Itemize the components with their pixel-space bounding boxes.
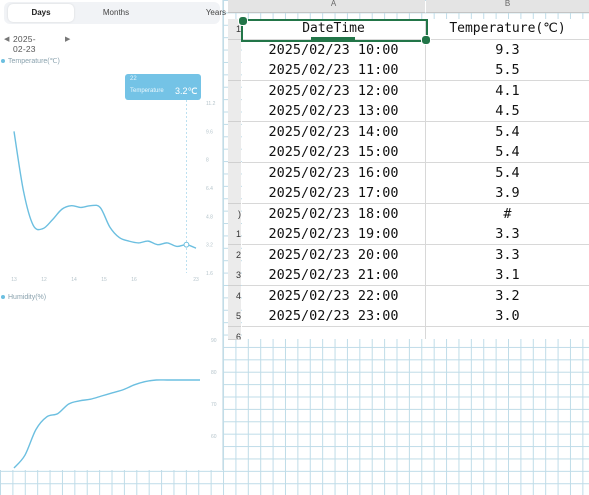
- y-tick-label: 3.2: [206, 243, 213, 249]
- datetime-cell[interactable]: 2025/02/23 14:00: [242, 121, 426, 143]
- spreadsheet: A B 1 DateTime Temperature(℃) 2025/02/23 10…: [228, 0, 589, 340]
- row-header[interactable]: 2: [228, 244, 241, 266]
- datetime-cell[interactable]: 2025/02/23 12:00: [242, 80, 426, 102]
- period-segmented-control: Days Months Years: [4, 2, 226, 24]
- datetime-cell[interactable]: 2025/02/23 19:00: [242, 224, 426, 245]
- datetime-cell[interactable]: 2025/02/23 20:00: [242, 244, 426, 266]
- temperature-cell[interactable]: 9.3: [426, 39, 589, 61]
- empty-cell[interactable]: [242, 326, 426, 339]
- weather-history-panel: Days Months Years ◀ 2025-02-23 ▶ Tempera…: [0, 0, 226, 470]
- tab-years[interactable]: Years: [156, 4, 226, 22]
- cell-selection: [238, 16, 431, 45]
- header-cell-temperature[interactable]: Temperature(℃): [426, 19, 589, 40]
- humidity-line: [13, 379, 200, 469]
- datetime-cell[interactable]: 2025/02/23 22:00: [242, 285, 426, 307]
- y-tick-label: 70: [211, 402, 217, 408]
- temperature-cell[interactable]: 3.3: [426, 244, 589, 266]
- row-header[interactable]: 4: [228, 285, 241, 307]
- temperature-cell[interactable]: 4.5: [426, 101, 589, 122]
- sheet-corner: [228, 0, 242, 13]
- x-tick-label: 13: [11, 277, 17, 283]
- y-tick-label: 60: [211, 434, 217, 440]
- chevron-left-icon[interactable]: ◀: [4, 35, 9, 43]
- row-header[interactable]: [228, 80, 241, 102]
- row-header[interactable]: 5: [228, 306, 241, 327]
- row-header[interactable]: [228, 162, 241, 184]
- temperature-chart[interactable]: 1.6 3.2 4.8 6.4 8 9.6 11.2 13 12 14 15 16 23: [0, 68, 222, 288]
- x-tick-label: 16: [131, 277, 137, 283]
- x-tick-label: 23: [193, 277, 199, 283]
- row-header[interactable]: 1: [228, 224, 241, 245]
- column-header-a[interactable]: A: [242, 0, 425, 13]
- row-header[interactable]: 6: [228, 326, 241, 340]
- y-tick-label: 90: [211, 338, 217, 344]
- temperature-cell[interactable]: 4.1: [426, 80, 589, 102]
- temperature-title-text: Temperature(℃): [8, 58, 60, 65]
- datetime-cell[interactable]: 2025/02/23 11:00: [242, 60, 426, 81]
- y-tick-label: 8: [206, 158, 209, 164]
- temperature-chart-title: Temperature(℃): [1, 57, 60, 65]
- date-label: 2025-02-23: [13, 34, 36, 54]
- temperature-cell[interactable]: 5.4: [426, 162, 589, 184]
- x-tick-label: 12: [41, 277, 47, 283]
- tooltip-time: 22: [130, 76, 137, 82]
- temperature-cell[interactable]: 3.3: [426, 224, 589, 245]
- datetime-cell[interactable]: 2025/02/23 15:00: [242, 142, 426, 163]
- y-tick-label: 80: [211, 370, 217, 376]
- datetime-cell[interactable]: 2025/02/23 16:00: [242, 162, 426, 184]
- humidity-chart[interactable]: 60 70 80 90: [0, 300, 222, 470]
- selection-underline: [311, 37, 355, 40]
- y-tick-label: 11.2: [206, 101, 216, 107]
- x-tick-label: 14: [71, 277, 77, 283]
- row-header[interactable]: [228, 183, 241, 204]
- chevron-right-icon[interactable]: ▶: [65, 35, 70, 43]
- temperature-cell[interactable]: 3.0: [426, 306, 589, 327]
- temperature-cell[interactable]: 5.4: [426, 121, 589, 143]
- datetime-cell[interactable]: 2025/02/23 18:00: [242, 203, 426, 225]
- column-header-b[interactable]: B: [426, 0, 589, 13]
- tooltip-value: 3.2℃: [175, 86, 198, 96]
- datetime-cell[interactable]: 2025/02/23 17:00: [242, 183, 426, 204]
- row-header[interactable]: [228, 121, 241, 143]
- y-tick-label: 9.6: [206, 129, 213, 135]
- datetime-cell[interactable]: 2025/02/23 10:00: [242, 39, 426, 61]
- chart-tooltip: 22 Temperature 3.2℃: [125, 74, 201, 100]
- row-header[interactable]: [228, 39, 241, 61]
- tooltip-label: Temperature: [130, 88, 164, 94]
- row-header[interactable]: [228, 60, 241, 81]
- row-header[interactable]: [228, 142, 241, 163]
- temperature-cell[interactable]: 3.1: [426, 265, 589, 286]
- temperature-cell[interactable]: 5.5: [426, 60, 589, 81]
- y-tick-label: 4.8: [206, 214, 213, 220]
- temperature-cell[interactable]: 5.4: [426, 142, 589, 163]
- row-header[interactable]: [228, 101, 241, 122]
- temperature-cell[interactable]: 3.9: [426, 183, 589, 204]
- datetime-cell[interactable]: 2025/02/23 21:00: [242, 265, 426, 286]
- series-dot-icon: [1, 59, 5, 64]
- y-tick-label: 1.6: [206, 271, 213, 277]
- selection-handle-bottom-right[interactable]: [421, 35, 431, 45]
- datetime-cell[interactable]: 2025/02/23 13:00: [242, 101, 426, 122]
- selection-handle-top-left[interactable]: [238, 16, 248, 26]
- highlight-point[interactable]: [183, 241, 190, 248]
- empty-cell[interactable]: [426, 326, 589, 339]
- temperature-line: [13, 131, 197, 249]
- row-header[interactable]: 3: [228, 265, 241, 286]
- row-header[interactable]: ): [228, 203, 241, 225]
- x-tick-label: 15: [101, 277, 107, 283]
- y-tick-label: 6.4: [206, 186, 213, 192]
- series-dot-icon: [1, 295, 5, 300]
- temperature-cell[interactable]: 3.2: [426, 285, 589, 307]
- tab-days[interactable]: Days: [8, 4, 74, 22]
- temperature-cell[interactable]: #: [426, 203, 589, 225]
- datetime-cell[interactable]: 2025/02/23 23:00: [242, 306, 426, 327]
- tab-months[interactable]: Months: [80, 4, 152, 22]
